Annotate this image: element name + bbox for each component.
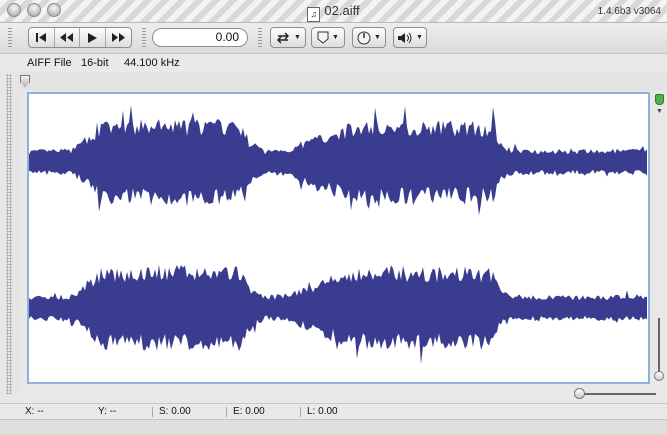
waveform-view[interactable] xyxy=(27,92,650,384)
vertical-zoom-knob[interactable] xyxy=(654,371,664,381)
waveform-graphic xyxy=(29,105,647,365)
green-marker-icon[interactable] xyxy=(655,94,664,105)
file-info-bar: AIFF File 16-bit 44.100 kHz xyxy=(0,54,667,72)
toolbar-separator xyxy=(258,28,262,48)
timeline-ruler[interactable] xyxy=(0,72,667,90)
waveform-channel xyxy=(29,264,647,365)
status-divider xyxy=(152,407,153,417)
window-title: ♫ 02.aiff xyxy=(0,3,667,22)
marker-dropdown[interactable]: ▼ xyxy=(311,27,345,48)
status-x: X: -- xyxy=(25,406,44,417)
fast-forward-icon xyxy=(111,33,125,42)
marker-icon xyxy=(317,31,329,44)
status-length: L: 0.00 xyxy=(307,406,338,417)
transport-controls xyxy=(28,27,132,48)
vertical-zoom-control: ▼ xyxy=(652,92,667,384)
toolbar-separator xyxy=(142,28,146,48)
horizontal-zoom-knob[interactable] xyxy=(574,388,585,399)
status-divider xyxy=(226,407,227,417)
file-format-label: AIFF File xyxy=(27,57,72,69)
music-note-icon: ♫ xyxy=(307,7,321,22)
gain-knob-dropdown[interactable]: ▼ xyxy=(352,27,386,48)
skip-to-start-icon xyxy=(35,33,46,42)
toolbar-grip[interactable] xyxy=(8,28,12,48)
version-label: 1.4.6b3 v3064 xyxy=(597,6,661,17)
loop-mode-dropdown[interactable]: ▼ xyxy=(270,27,306,48)
status-end: E: 0.00 xyxy=(233,406,265,417)
resize-grip[interactable] xyxy=(6,74,12,394)
speaker-icon xyxy=(398,32,412,43)
window-bottom-edge xyxy=(0,419,667,435)
toolbar: 0.00 ▼ ▼ ▼ ▼ xyxy=(0,23,667,54)
bit-depth-label: 16-bit xyxy=(81,57,109,69)
vertical-zoom-track[interactable] xyxy=(658,318,660,374)
status-bar: X: -- Y: -- S: 0.00 E: 0.00 L: 0.00 xyxy=(0,403,667,420)
triangle-down-icon: ▼ xyxy=(656,108,663,115)
waveform-channel xyxy=(29,105,647,216)
status-y: Y: -- xyxy=(98,406,117,417)
fast-forward-button[interactable] xyxy=(106,28,131,47)
title-bar: ♫ 02.aiff 1.4.6b3 v3064 xyxy=(0,0,667,23)
status-divider xyxy=(300,407,301,417)
rewind-icon xyxy=(60,33,74,42)
time-position-field[interactable]: 0.00 xyxy=(152,28,248,47)
sample-rate-label: 44.100 kHz xyxy=(124,57,180,69)
knob-icon xyxy=(357,31,371,44)
window-title-text: 02.aiff xyxy=(324,3,360,18)
loop-icon xyxy=(276,31,290,44)
rewind-button[interactable] xyxy=(55,28,80,47)
play-icon xyxy=(87,32,97,43)
horizontal-zoom-track[interactable] xyxy=(578,393,656,395)
status-start: S: 0.00 xyxy=(159,406,191,417)
volume-dropdown[interactable]: ▼ xyxy=(393,27,427,48)
play-button[interactable] xyxy=(80,28,106,47)
skip-to-start-button[interactable] xyxy=(29,28,55,47)
horizontal-zoom-slider[interactable] xyxy=(574,388,658,400)
